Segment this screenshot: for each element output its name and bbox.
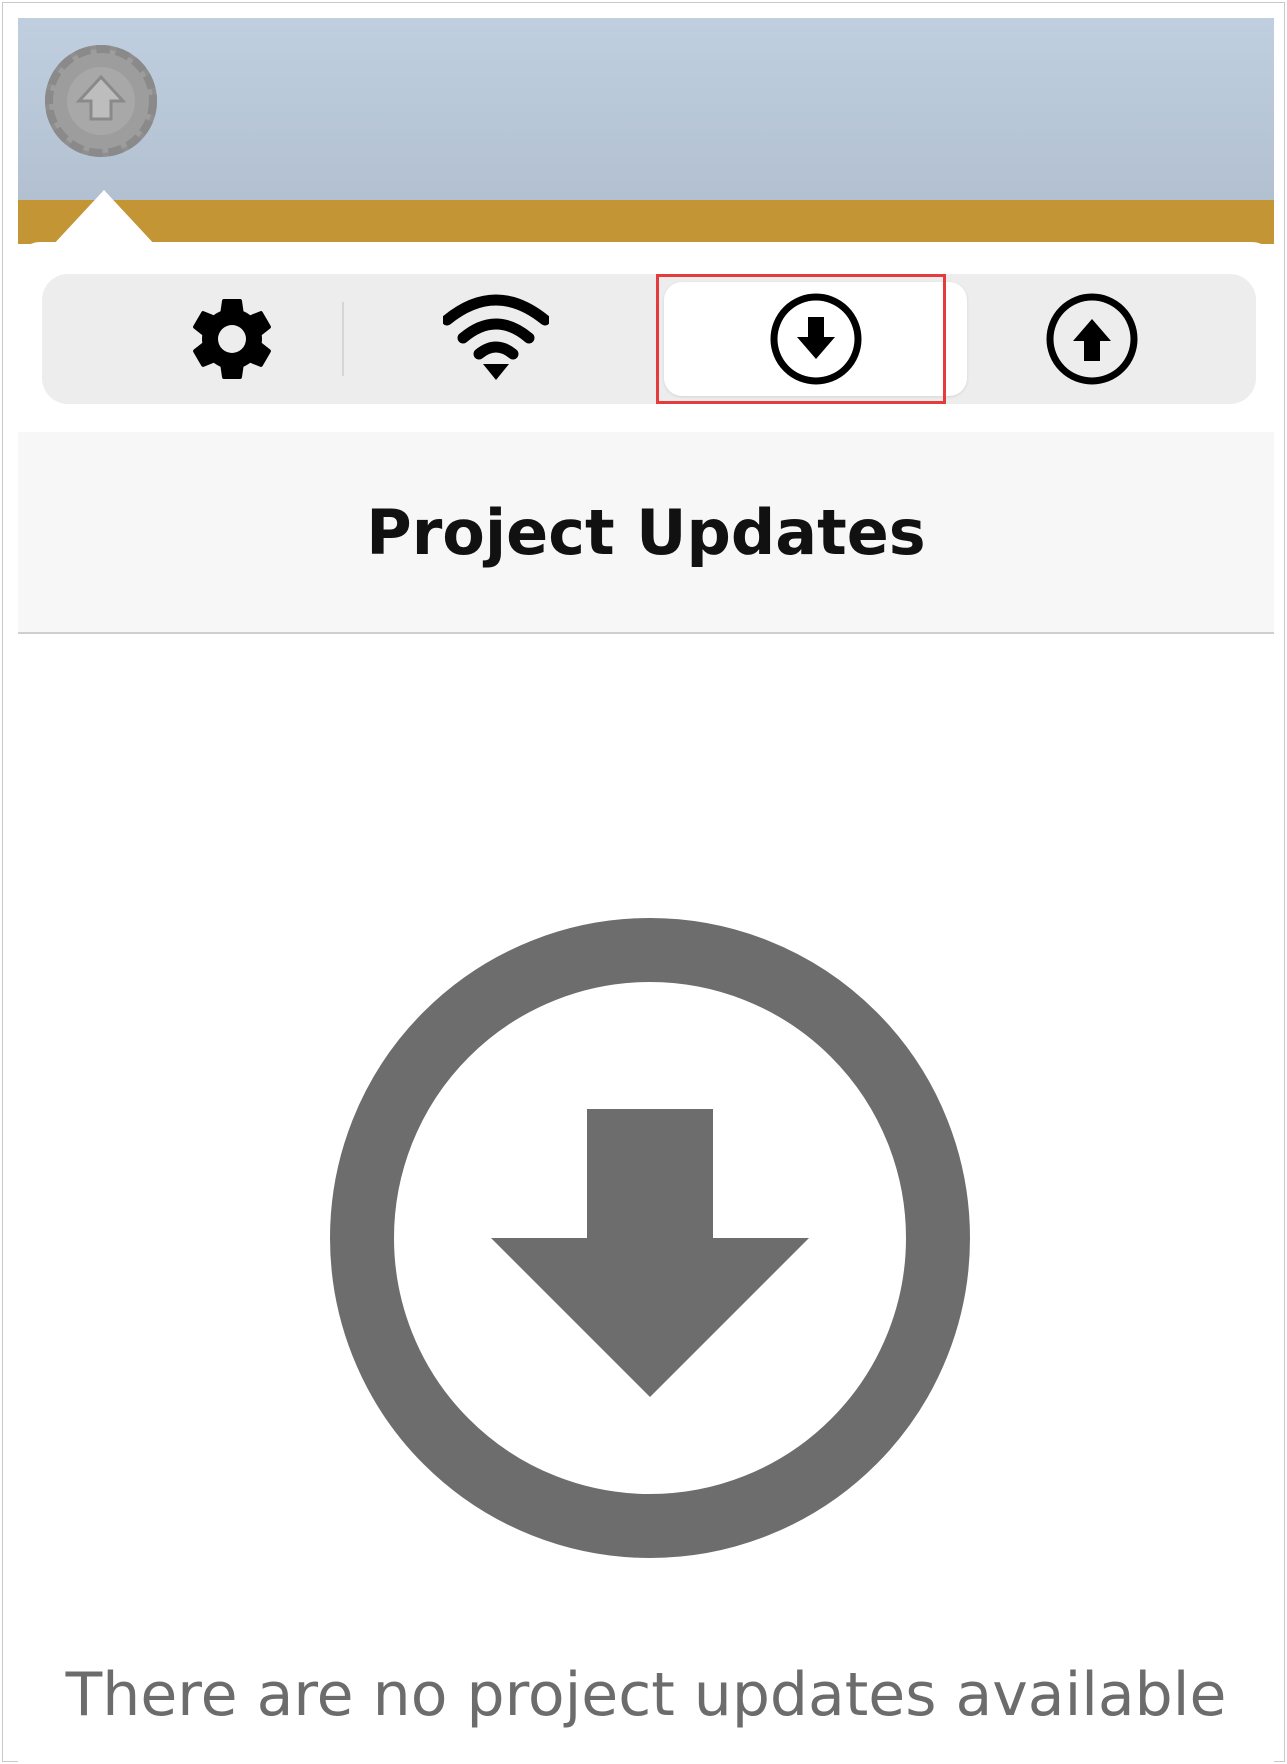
upload-circle-icon [1046, 293, 1137, 385]
popover-caret [52, 190, 156, 246]
tab-settings[interactable] [80, 274, 383, 404]
circular-arrow-app-icon [45, 45, 157, 157]
wifi-icon [442, 294, 549, 380]
page-header: Project Updates [18, 432, 1274, 634]
tab-downloads[interactable] [664, 282, 967, 396]
empty-state-icon [330, 918, 970, 1558]
tab-uploads[interactable] [940, 274, 1243, 404]
download-circle-icon [770, 293, 861, 385]
download-circle-icon [330, 918, 970, 1558]
segmented-control [42, 274, 1256, 404]
gear-icon [192, 298, 271, 379]
empty-state-message: There are no project updates available [65, 1660, 1227, 1730]
tab-connectivity[interactable] [344, 274, 647, 404]
header-accent-band [18, 200, 1274, 244]
page-title: Project Updates [366, 495, 926, 569]
app-icon[interactable] [45, 45, 157, 157]
